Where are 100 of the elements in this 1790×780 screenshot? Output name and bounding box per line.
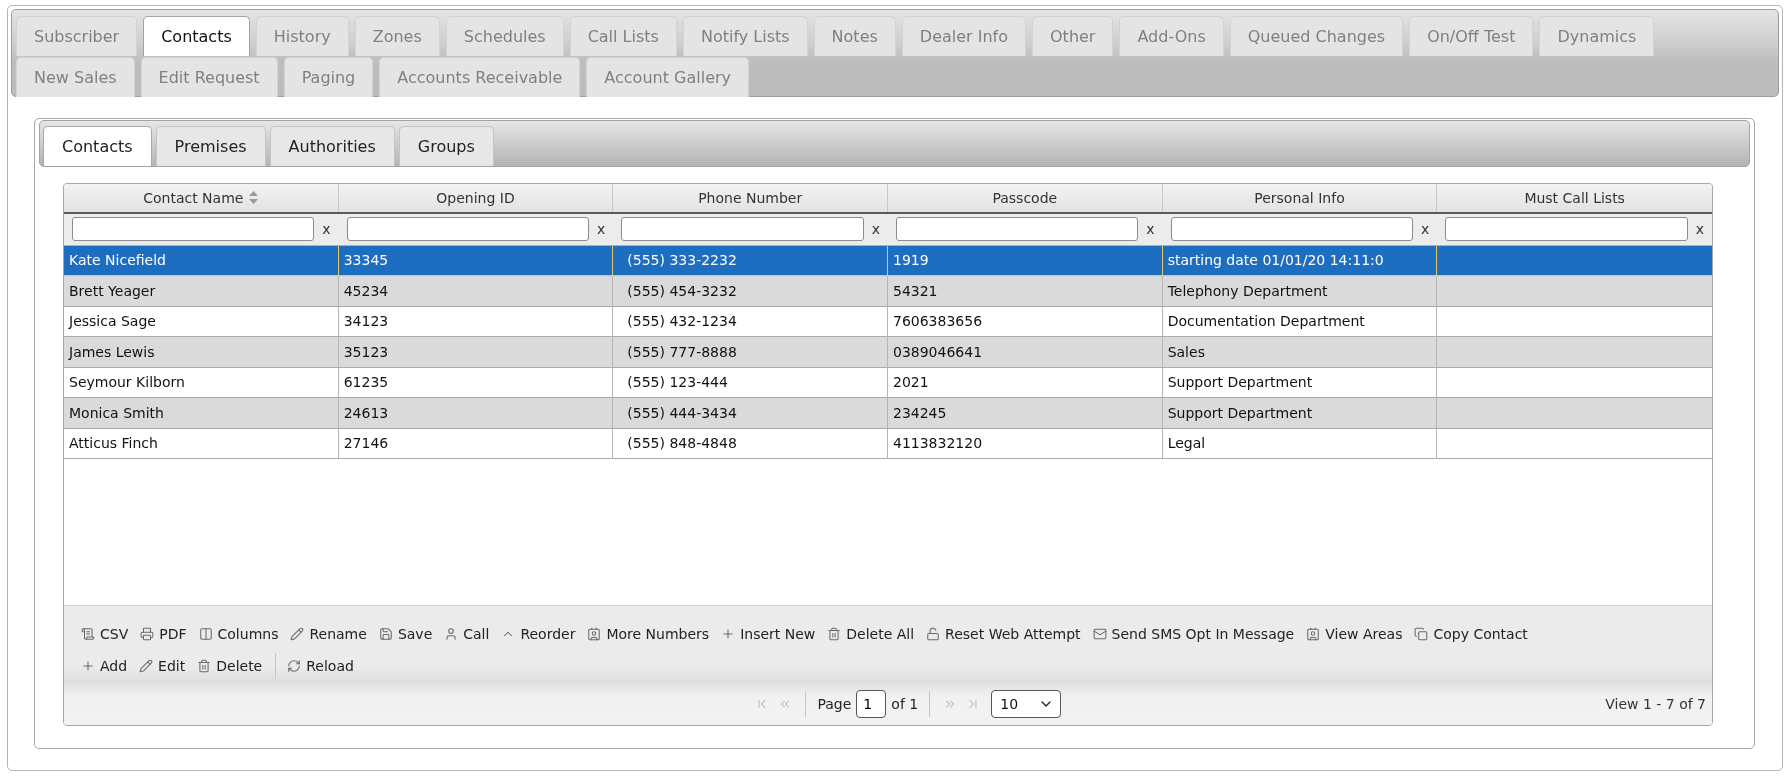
table-cell: 45234 [343, 283, 389, 299]
page-number-field[interactable]: 1 [856, 689, 887, 718]
table-cell: Jessica Sage [69, 313, 156, 330]
scroll-icon [81, 627, 95, 642]
table-cell: (555) 454-3232 [627, 283, 737, 299]
clear-filter-button[interactable]: x [1417, 221, 1434, 238]
table-cell: 61235 [343, 374, 389, 391]
table-cell: 34123 [343, 313, 389, 330]
plus-icon [81, 659, 95, 674]
table-cell: 4113832120 [893, 435, 983, 452]
filter-field[interactable] [896, 217, 1139, 242]
clear-filter-button[interactable]: x [1691, 221, 1708, 238]
page-count: of 1 [891, 695, 919, 712]
table-cell: 0389046641 [893, 344, 983, 360]
tab[interactable]: Premises [155, 126, 266, 166]
filter-field[interactable] [346, 217, 590, 242]
table-cell: James Lewis [69, 344, 155, 360]
tab[interactable]: Contacts [43, 126, 152, 166]
table-cell: (555) 444-3434 [627, 405, 737, 421]
printer-icon [140, 627, 155, 642]
trash-icon [827, 627, 842, 642]
toolbar-button[interactable]: Reset Web Attempt [921, 624, 1086, 645]
table-cell: 7606383656 [893, 313, 983, 330]
toolbar-button[interactable]: Save [373, 624, 438, 645]
table-row[interactable]: Seymour Kilborn 61235 (555) 123-444 2021 Support Department [64, 367, 1712, 399]
filter-field[interactable] [1170, 217, 1414, 242]
toolbar-button[interactable]: Add [76, 656, 133, 677]
copy-icon [1414, 627, 1429, 642]
filter-field[interactable] [621, 217, 864, 242]
table-cell: Brett Yeager [69, 283, 156, 299]
toolbar-button[interactable]: PDF [135, 624, 192, 645]
tab[interactable]: Groups [398, 126, 494, 166]
table-cell: (555) 123-444 [627, 374, 728, 391]
table-cell: Atticus Finch [69, 435, 158, 452]
toolbar-button[interactable]: Copy Contact [1409, 624, 1533, 645]
table-row[interactable]: Monica Smith 24613 (555) 444-3434 234245 Support Department [64, 398, 1712, 429]
table-cell: Support Department [1167, 374, 1313, 391]
table-cell: 1919 [893, 252, 929, 269]
pencil-icon [139, 659, 154, 674]
table-cell: Kate Nicefield [69, 252, 166, 269]
columns-icon [198, 627, 213, 642]
column-header[interactable]: Personal Info [1162, 184, 1438, 212]
toolbar-button[interactable]: Reorder [496, 624, 581, 645]
toolbar-button[interactable]: Reload [282, 656, 359, 677]
filter-field[interactable] [1445, 217, 1688, 242]
toolbar-button[interactable]: Edit [134, 656, 191, 677]
table-row[interactable]: Jessica Sage 34123 (555) 432-1234 7606383656 Documentation Department [64, 306, 1712, 338]
table-cell: Telephony Department [1167, 283, 1328, 299]
trash-icon [197, 659, 212, 674]
table-row[interactable]: Kate Nicefield 33345 (555) 333-2232 1919 starting date 01/01/20 14:11:0 [64, 245, 1712, 277]
column-header[interactable]: Must Call Lists [1437, 184, 1712, 212]
toolbar-button[interactable]: Delete [192, 656, 268, 677]
toolbar-button[interactable]: View Areas [1301, 624, 1408, 645]
toolbar-button[interactable]: Columns [193, 624, 284, 645]
contact-card-icon [587, 627, 602, 642]
table-cell: Sales [1167, 344, 1205, 360]
clear-filter-button[interactable]: x [867, 221, 884, 238]
table-row[interactable]: Atticus Finch 27146 (555) 848-4848 4113832120 Legal [64, 428, 1712, 460]
table-cell: (555) 432-1234 [627, 313, 737, 330]
column-header[interactable]: Passcode [888, 184, 1163, 212]
table-cell: 35123 [343, 344, 389, 360]
page-label: Page [817, 695, 852, 712]
table-cell: starting date 01/01/20 14:11:0 [1167, 252, 1384, 269]
person-icon [444, 627, 459, 642]
envelope-icon [1092, 627, 1107, 642]
table-row[interactable]: Brett Yeager 45234 (555) 454-3232 54321 Telephony Department [64, 276, 1712, 307]
table-cell: Support Department [1167, 405, 1313, 421]
table-cell: Seymour Kilborn [69, 374, 185, 391]
table-cell: Legal [1167, 435, 1206, 452]
page-size-select[interactable]: 10 [991, 689, 1062, 718]
table-cell: 24613 [343, 405, 389, 421]
record-count: View 1 - 7 of 7 [1605, 695, 1706, 712]
table-cell: (555) 848-4848 [627, 435, 737, 452]
table-cell: 2021 [893, 374, 929, 391]
table-row[interactable]: James Lewis 35123 (555) 777-8888 0389046641 Sales [64, 337, 1712, 368]
toolbar-button[interactable]: Delete All [822, 624, 920, 645]
toolbar-button[interactable]: Insert New [716, 624, 821, 645]
clear-filter-button[interactable]: x [318, 221, 335, 238]
column-header[interactable]: Contact Name [64, 184, 339, 212]
column-header[interactable]: Phone Number [613, 184, 888, 212]
tab[interactable]: Contacts [143, 16, 250, 56]
clear-filter-button[interactable]: x [593, 221, 610, 238]
toolbar-button[interactable]: CSV [76, 624, 134, 645]
toolbar-button[interactable]: Call [439, 624, 495, 645]
table-cell: 33345 [343, 252, 389, 269]
contact-card-icon [1306, 627, 1321, 642]
table-cell: (555) 777-8888 [627, 344, 737, 360]
table-cell: Documentation Department [1167, 313, 1365, 330]
table-cell: 234245 [893, 405, 947, 421]
filter-field[interactable] [72, 217, 315, 242]
table-cell: 27146 [343, 435, 389, 452]
toolbar-button[interactable]: Send SMS Opt In Message [1087, 624, 1300, 645]
clear-filter-button[interactable]: x [1142, 221, 1159, 238]
table-cell: 54321 [893, 283, 938, 299]
tab[interactable]: Authorities [269, 126, 395, 166]
column-header[interactable]: Opening ID [338, 184, 614, 212]
toolbar-button[interactable]: Rename [285, 624, 372, 645]
table-cell: (555) 333-2232 [627, 252, 737, 269]
table-cell: Monica Smith [69, 405, 164, 421]
toolbar-button[interactable]: More Numbers [582, 624, 715, 645]
